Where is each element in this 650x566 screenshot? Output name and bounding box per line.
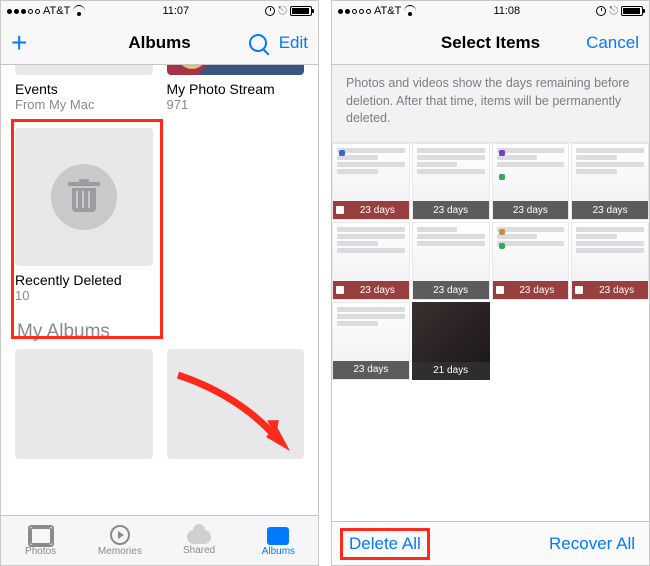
album-photo-stream[interactable]: My Photo Stream 971 [167,65,305,112]
bottom-toolbar: Delete All Recover All [332,521,649,565]
days-badge: 21 days [412,362,490,380]
status-bar: AT&T 11:08 ⎋ [332,1,649,21]
album-placeholder[interactable] [15,349,153,465]
days-badge: 23 days [413,201,489,219]
carrier-label: AT&T [43,5,70,17]
recover-all-button[interactable]: Recover All [549,534,635,554]
alarm-icon [265,6,275,16]
bluetooth-icon: ⎋ [609,5,618,18]
photo-item[interactable]: 23 days [571,143,649,221]
photos-icon [30,527,52,545]
album-placeholder[interactable] [167,349,305,465]
days-badge: 23 days [572,281,648,299]
delete-all-button[interactable]: Delete All [340,528,430,560]
photo-item[interactable]: 23 days [492,222,570,300]
nav-bar: + Albums Edit [1,21,318,65]
album-name: Recently Deleted [15,272,153,288]
tab-shared[interactable]: Shared [160,516,239,565]
days-badge: 23 days [493,201,569,219]
edit-button[interactable]: Edit [279,33,308,53]
album-name: Events [15,81,153,97]
photo-item[interactable]: 23 days [332,222,410,300]
album-recently-deleted[interactable]: Recently Deleted 10 [15,128,153,303]
wifi-icon [73,6,86,16]
add-button[interactable]: + [11,29,27,57]
photo-grid: 23 days 23 days 23 days 23 days 23 days … [332,143,649,380]
clock: 11:07 [162,5,189,17]
status-bar: AT&T 11:07 ⎋ [1,1,318,21]
memories-icon [110,525,130,545]
cloud-icon [187,530,211,544]
album-sub: 10 [15,288,153,303]
wifi-icon [404,6,417,16]
photo-item[interactable]: 21 days [412,302,490,380]
cancel-button[interactable]: Cancel [586,33,639,53]
clock: 11:08 [493,5,520,17]
tab-memories[interactable]: Memories [80,516,159,565]
section-header-my-albums: My Albums [1,303,318,349]
search-icon[interactable] [249,34,267,52]
photo-item[interactable]: 23 days [332,302,410,380]
trash-icon [71,182,97,212]
bluetooth-icon: ⎋ [278,5,287,18]
photo-item[interactable]: 23 days [412,222,490,300]
alarm-icon [596,6,606,16]
battery-icon [621,6,643,16]
tab-bar: Photos Memories Shared Albums [1,515,318,565]
days-badge: 23 days [333,361,409,379]
photo-item[interactable]: 23 days [412,143,490,221]
screen-albums: AT&T 11:07 ⎋ + Albums Edit Events From M… [0,0,319,566]
tab-photos[interactable]: Photos [1,516,80,565]
photo-item[interactable]: 23 days [492,143,570,221]
albums-content[interactable]: Events From My Mac My Photo Stream 971 R… [1,65,318,515]
days-badge: 23 days [413,281,489,299]
screen-select-items: AT&T 11:08 ⎋ Select Items Cancel Photos … [331,0,650,566]
album-sub: From My Mac [15,97,153,112]
days-badge: 23 days [333,281,409,299]
album-events[interactable]: Events From My Mac [15,65,153,112]
days-badge: 23 days [572,201,648,219]
tab-albums[interactable]: Albums [239,516,318,565]
nav-bar: Select Items Cancel [332,21,649,65]
battery-icon [290,6,312,16]
photo-item[interactable]: 23 days [332,143,410,221]
days-badge: 23 days [493,281,569,299]
signal-dots-icon [7,9,40,14]
info-banner: Photos and videos show the days remainin… [332,65,649,143]
signal-dots-icon [338,9,371,14]
albums-icon [267,527,289,545]
carrier-label: AT&T [374,5,401,17]
days-badge: 23 days [333,201,409,219]
photo-item[interactable]: 23 days [571,222,649,300]
album-name: My Photo Stream [167,81,305,97]
album-sub: 971 [167,97,305,112]
